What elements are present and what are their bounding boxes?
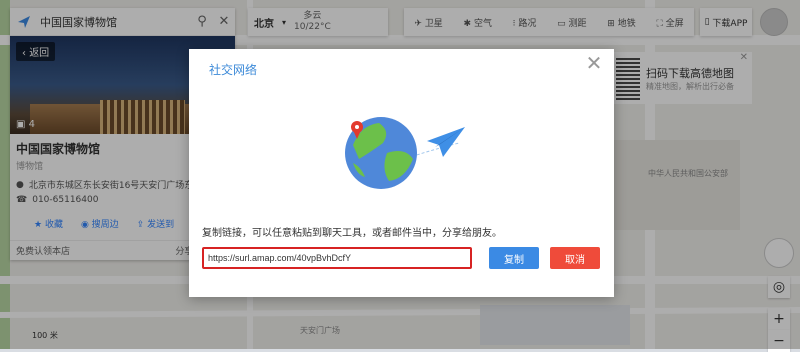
share-illustration (339, 113, 469, 193)
dialog-title: 社交网络 (209, 63, 258, 77)
share-url-input[interactable]: https://surl.amap.com/40vpBvhDcfY (202, 247, 472, 269)
copy-button[interactable]: 复制 (489, 247, 539, 269)
share-dialog: 社交网络 ✕ 复制链接，可以任意粘贴到聊天工具，或者邮件当中，分享给朋友。 ht… (189, 49, 614, 297)
close-icon[interactable]: ✕ (584, 51, 604, 75)
cancel-button[interactable]: 取消 (550, 247, 600, 269)
share-description: 复制链接，可以任意粘贴到聊天工具，或者邮件当中，分享给朋友。 (202, 228, 502, 239)
